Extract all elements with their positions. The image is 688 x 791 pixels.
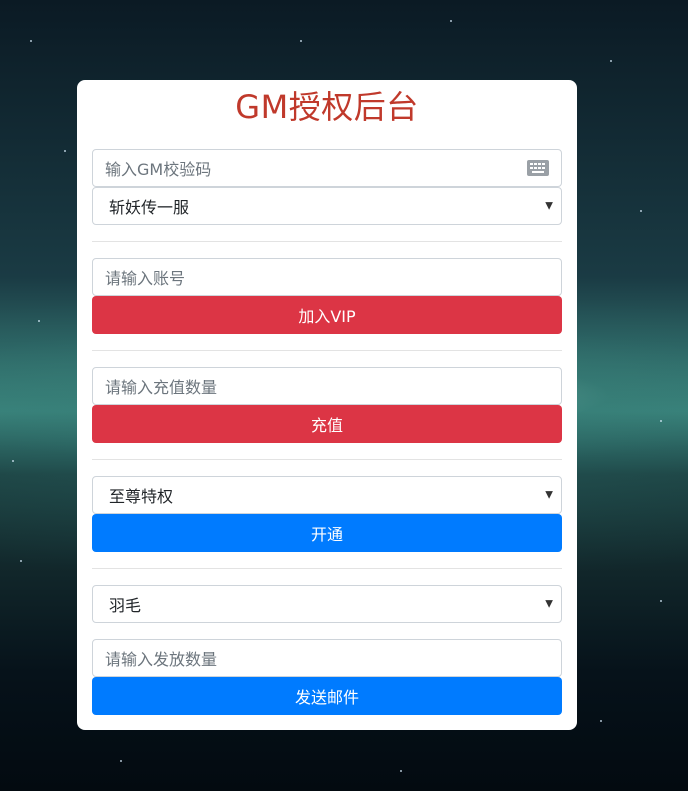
mail-item-select-value: 羽毛 [109, 596, 142, 615]
section-divider [92, 241, 562, 242]
gm-code-input[interactable]: 输入GM校验码 [92, 149, 562, 187]
send-mail-button[interactable]: 发送邮件 [92, 677, 562, 715]
recharge-amount-placeholder: 请输入充值数量 [105, 378, 218, 397]
add-vip-button[interactable]: 加入VIP [92, 296, 562, 334]
keyboard-icon[interactable] [527, 160, 549, 176]
mail-quantity-placeholder: 请输入发放数量 [105, 650, 218, 669]
gm-code-placeholder: 输入GM校验码 [105, 160, 212, 179]
chevron-down-icon: ▼ [545, 200, 553, 212]
server-select-value: 斩妖传一服 [109, 198, 190, 217]
account-input[interactable]: 请输入账号 [92, 258, 562, 296]
account-placeholder: 请输入账号 [105, 269, 186, 288]
privilege-select[interactable]: 至尊特权 ▼ [92, 476, 562, 514]
chevron-down-icon: ▼ [545, 598, 553, 610]
mail-item-select[interactable]: 羽毛 ▼ [92, 585, 562, 623]
recharge-amount-input[interactable]: 请输入充值数量 [92, 367, 562, 405]
section-divider [92, 568, 562, 569]
section-divider [92, 350, 562, 351]
gm-admin-panel: GM授权后台 输入GM校验码 斩妖传一服 ▼ 请输入账号 加入VIP 请输入充值 [77, 80, 577, 730]
server-select[interactable]: 斩妖传一服 ▼ [92, 187, 562, 225]
activate-button[interactable]: 开通 [92, 514, 562, 552]
recharge-button[interactable]: 充值 [92, 405, 562, 443]
privilege-select-value: 至尊特权 [109, 487, 174, 506]
section-divider [92, 459, 562, 460]
page-title: GM授权后台 [235, 88, 419, 126]
chevron-down-icon: ▼ [545, 489, 553, 501]
mail-quantity-input[interactable]: 请输入发放数量 [92, 639, 562, 677]
